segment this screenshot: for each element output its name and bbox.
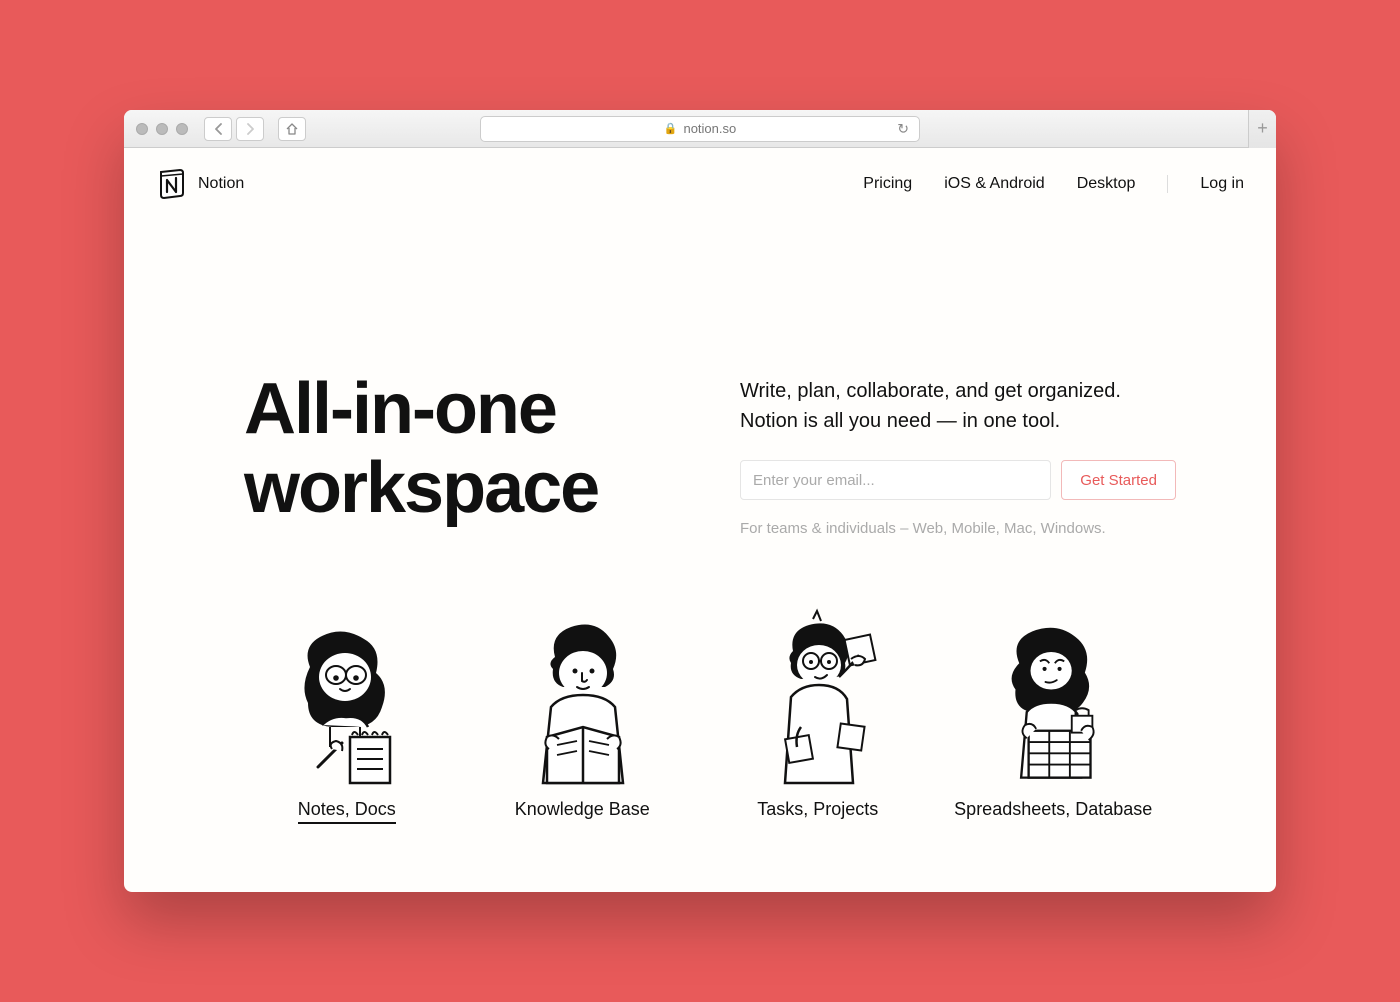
minimize-window-icon[interactable]: [156, 123, 168, 135]
close-window-icon[interactable]: [136, 123, 148, 135]
logo-text: Notion: [198, 175, 244, 193]
feature-knowledge-base[interactable]: Knowledge Base: [470, 607, 696, 824]
browser-toolbar: 🔒 notion.so ↻ +: [124, 110, 1276, 148]
feature-tasks-projects[interactable]: Tasks, Projects: [705, 607, 931, 824]
lock-icon: 🔒: [664, 122, 678, 135]
address-bar[interactable]: 🔒 notion.so ↻: [480, 116, 920, 142]
nav-login[interactable]: Log in: [1200, 175, 1244, 193]
feature-label: Tasks, Projects: [757, 799, 878, 820]
maximize-window-icon[interactable]: [176, 123, 188, 135]
refresh-icon[interactable]: ↻: [897, 120, 909, 137]
feature-label: Knowledge Base: [515, 799, 650, 820]
nav-links: Pricing iOS & Android Desktop Log in: [863, 175, 1244, 193]
feature-label: Spreadsheets, Database: [954, 799, 1152, 820]
signup-row: Get Started: [740, 460, 1176, 500]
page-content: Notion Pricing iOS & Android Desktop Log…: [124, 148, 1276, 892]
hero-meta: For teams & individuals – Web, Mobile, M…: [740, 520, 1176, 537]
hero-title-line1: All-in-one: [244, 369, 556, 449]
feature-label: Notes, Docs: [298, 799, 396, 824]
hero: All-in-one workspace Write, plan, collab…: [124, 220, 1276, 537]
knowledge-base-illustration: [507, 607, 657, 787]
site-header: Notion Pricing iOS & Android Desktop Log…: [124, 148, 1276, 220]
window-controls: [136, 123, 188, 135]
nav-pricing[interactable]: Pricing: [863, 175, 912, 193]
browser-window: 🔒 notion.so ↻ + Notion Pricing iOS & And: [124, 110, 1276, 892]
hero-title: All-in-one workspace: [244, 370, 680, 528]
feature-spreadsheets-database[interactable]: Spreadsheets, Database: [941, 607, 1167, 824]
forward-button[interactable]: [236, 117, 264, 141]
hero-title-line2: workspace: [244, 448, 598, 528]
nav-divider: [1167, 175, 1168, 193]
notes-illustration: [272, 607, 422, 787]
new-tab-button[interactable]: +: [1248, 110, 1276, 148]
home-button[interactable]: [278, 117, 306, 141]
feature-notes-docs[interactable]: Notes, Docs: [234, 607, 460, 824]
get-started-button[interactable]: Get Started: [1061, 460, 1176, 500]
hero-subtitle: Write, plan, collaborate, and get organi…: [740, 376, 1176, 436]
database-illustration: [978, 607, 1128, 787]
nav-desktop[interactable]: Desktop: [1077, 175, 1136, 193]
hero-cta-block: Write, plan, collaborate, and get organi…: [740, 370, 1176, 537]
back-button[interactable]: [204, 117, 232, 141]
logo[interactable]: Notion: [156, 168, 244, 200]
notion-logo-icon: [156, 168, 188, 200]
email-input[interactable]: [740, 460, 1051, 500]
tasks-illustration: [743, 607, 893, 787]
hero-headline: All-in-one workspace: [244, 370, 680, 537]
features-row: Notes, Docs: [124, 537, 1276, 824]
nav-mobile[interactable]: iOS & Android: [944, 175, 1045, 193]
url-text: notion.so: [683, 121, 736, 136]
nav-buttons: [204, 117, 264, 141]
